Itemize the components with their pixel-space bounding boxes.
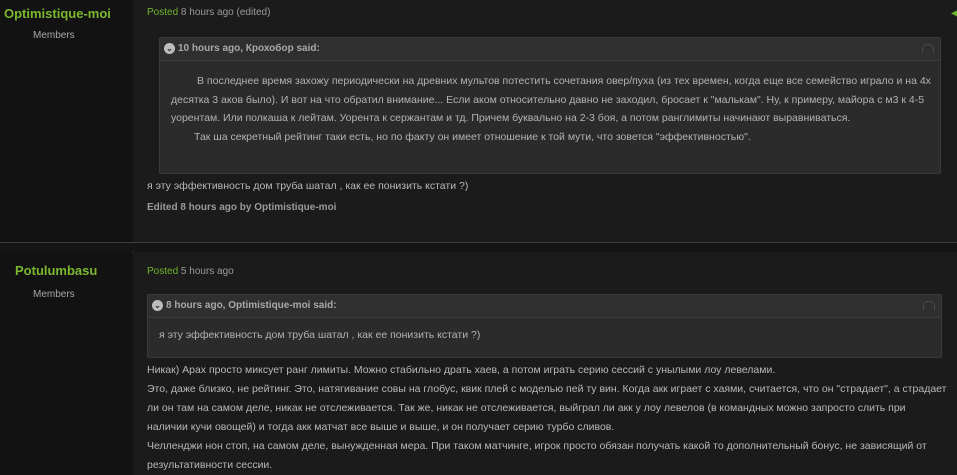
post-2: Potulumbasu Members Posted 5 hours ago ⌄… (0, 252, 957, 475)
posted-label: Posted (147, 266, 179, 277)
edited-note: Edited 8 hours ago by Optimistique-moi (147, 202, 337, 213)
quote-link-icon[interactable] (923, 301, 935, 310)
edited-tag: (edited) (236, 7, 271, 18)
quote-text: В последнее время захожу периодически на… (171, 72, 932, 146)
body-paragraph: я эту эффективность дом труба шатал , ка… (147, 180, 469, 192)
posted-label: Posted (147, 7, 179, 18)
quote-attribution[interactable]: 10 hours ago, Крохобор said: (178, 43, 320, 54)
post-meta: Posted 5 hours ago (147, 266, 234, 277)
share-icon[interactable]: ◀ (951, 8, 957, 19)
quote-header: ⌄ 8 hours ago, Optimistique-moi said: (148, 295, 941, 318)
author-name[interactable]: Potulumbasu (15, 263, 97, 278)
quote-block: ⌄ 10 hours ago, Крохобор said: В последн… (159, 37, 941, 174)
post-1: Optimistique-moi Members Posted 8 hours … (0, 0, 957, 242)
chevron-down-icon[interactable]: ⌄ (152, 300, 163, 311)
quote-paragraph: Так ша секретный рейтинг таки есть, но п… (194, 130, 751, 143)
post-body: я эту эффективность дом труба шатал , ка… (147, 177, 949, 196)
post-2-author-panel: Potulumbasu Members (0, 252, 132, 475)
body-paragraph: Челленджи нон стоп, на самом деле, вынуж… (147, 440, 927, 471)
posted-time[interactable]: 8 hours ago (181, 7, 234, 18)
post-2-content: Posted 5 hours ago ⌄ 8 hours ago, Optimi… (133, 252, 957, 475)
author-name[interactable]: Optimistique-moi (4, 6, 111, 21)
quote-paragraph: В последнее время захожу периодически на… (171, 75, 931, 124)
chevron-down-icon[interactable]: ⌄ (164, 43, 175, 54)
quote-text: я эту эффективность дом труба шатал , ка… (159, 326, 933, 345)
body-paragraph: Никак) Арах просто миксует ранг лимиты. … (147, 364, 776, 376)
posted-time[interactable]: 5 hours ago (181, 266, 234, 277)
post-1-content: Posted 8 hours ago (edited) ◀ ⌄ 10 hours… (133, 0, 957, 242)
quote-paragraph: я эту эффективность дом труба шатал , ка… (159, 329, 481, 341)
post-body: Никак) Арах просто миксует ранг лимиты. … (147, 361, 949, 475)
post-meta: Posted 8 hours ago (edited) (147, 7, 270, 18)
quote-header: ⌄ 10 hours ago, Крохобор said: (160, 38, 940, 61)
quote-attribution[interactable]: 8 hours ago, Optimistique-moi said: (166, 300, 337, 311)
post-1-author-panel: Optimistique-moi Members (0, 0, 132, 242)
quote-block: ⌄ 8 hours ago, Optimistique-moi said: я … (147, 294, 942, 358)
quote-link-icon[interactable] (922, 44, 934, 53)
author-group: Members (33, 30, 75, 41)
author-group: Members (33, 289, 75, 300)
body-paragraph: Это, даже близко, не рейтинг. Это, натяг… (147, 383, 947, 433)
